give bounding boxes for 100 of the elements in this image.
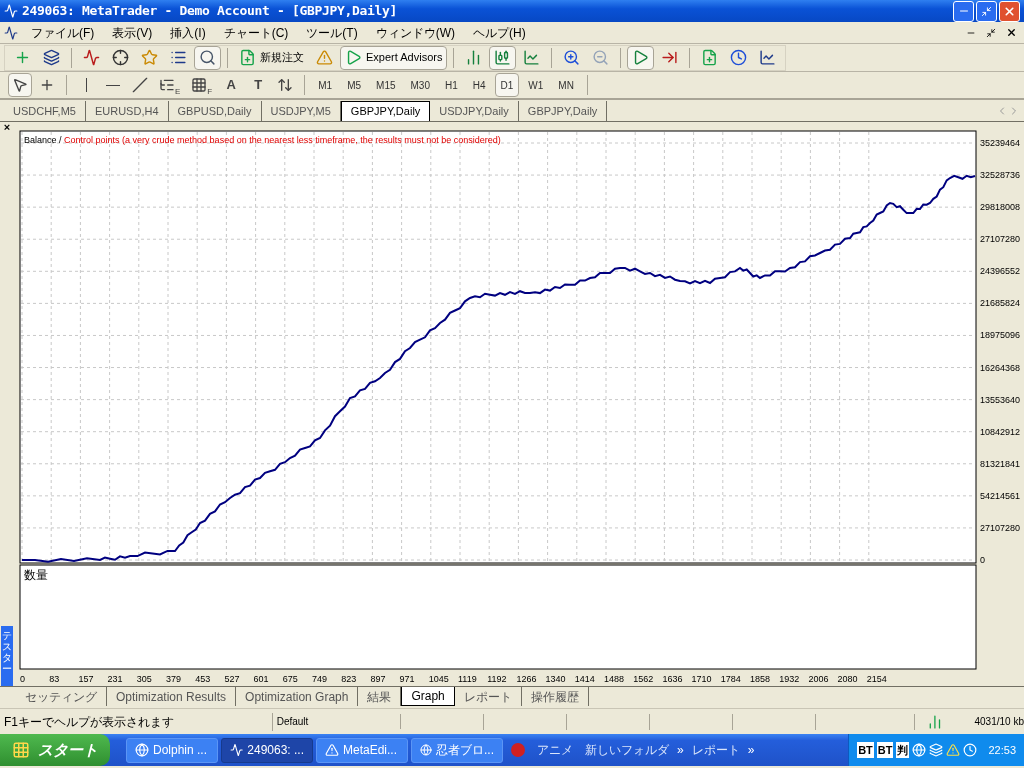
menu-item[interactable]: ツール(T)	[297, 23, 367, 42]
timeframe-button[interactable]: D1	[494, 73, 520, 97]
x-axis-label: 675	[282, 674, 298, 684]
chart-tab[interactable]: GBPJPY,Daily	[340, 101, 431, 121]
y-axis-label: 21685824	[980, 298, 1021, 309]
trendline-icon	[132, 77, 148, 93]
magnifier-icon	[199, 49, 216, 66]
grid-lines-tool[interactable]: F	[187, 73, 217, 97]
new-chart-icon	[14, 49, 31, 66]
quick-launch-link[interactable]: レポート	[687, 741, 744, 759]
warning-icon	[325, 743, 339, 757]
x-axis-label: 1266	[516, 674, 537, 684]
taskbar-button[interactable]: Dolphin ...	[126, 737, 218, 763]
y-axis-label: 81321841	[980, 458, 1021, 469]
tester-tab[interactable]: レポート	[454, 687, 522, 706]
cursor-tool[interactable]	[8, 73, 32, 97]
add-indicator-icon	[701, 49, 719, 66]
fibonacci-tool[interactable]: E	[155, 73, 185, 97]
chart-window-icon	[83, 49, 100, 66]
tester-tab[interactable]: 操作履歴	[521, 687, 589, 706]
tray-label: BT	[857, 741, 874, 759]
balloon-icon	[511, 743, 525, 757]
timeframe-button[interactable]: H4	[466, 73, 492, 97]
x-axis-label: 1340	[545, 674, 566, 684]
x-axis-label: 527	[224, 674, 240, 684]
x-axis-label: 749	[312, 674, 328, 684]
timeframe-button[interactable]: M5	[341, 73, 368, 97]
x-axis-label: 305	[136, 674, 152, 684]
restore-icon	[986, 27, 996, 38]
x-axis-label: 231	[107, 674, 123, 684]
tray-warning-icon	[946, 743, 961, 757]
template-icon	[759, 49, 777, 66]
x-axis-label: 897	[370, 674, 386, 684]
chart-tab[interactable]: USDCHF,M5	[4, 101, 86, 121]
chart-shift-icon	[661, 49, 679, 66]
x-axis-label: 2080	[837, 674, 858, 684]
chart-tab[interactable]: USDJPY,Daily	[430, 101, 519, 121]
x-axis-label: 83	[49, 674, 60, 684]
tray-label: BT	[876, 741, 894, 759]
taskbar-button[interactable]: 忍者ブロ...	[411, 737, 503, 763]
quick-launch-link[interactable]: アニメ	[533, 741, 577, 759]
menu-item[interactable]: 挿入(I)	[161, 23, 215, 42]
status-traffic: 4031/10 kb	[974, 715, 1024, 729]
chart-tab[interactable]: GBPUSD,Daily	[168, 101, 262, 121]
chart-tab[interactable]: GBPJPY,Daily	[518, 101, 608, 121]
timeframe-button[interactable]: MN	[552, 73, 580, 97]
chart-legend: Balance / Control points (a very crude method based on the nearest less timeframe, the results must not be considered)	[24, 135, 501, 145]
maximize-button[interactable]	[976, 0, 997, 22]
quick-launch-link[interactable]: 新しいフォルダ	[581, 741, 673, 759]
new-order-button[interactable]: 新規注文	[234, 45, 309, 70]
tray-clock-icon	[963, 743, 978, 757]
menu-item[interactable]: ウィンドウ(W)	[366, 23, 464, 42]
tester-tab[interactable]: Optimization Results	[107, 687, 237, 706]
tester-side-tab[interactable]: テスター	[1, 626, 13, 686]
candlestick-button[interactable]	[489, 45, 517, 70]
y-axis-label: 32528736	[980, 170, 1021, 181]
timeframe-button[interactable]: W1	[522, 73, 550, 97]
timeframe-button[interactable]: M30	[404, 73, 436, 97]
autoscroll-button[interactable]	[627, 45, 655, 70]
more-chevron[interactable]: »	[747, 741, 755, 759]
y-axis-label: 18975096	[980, 330, 1021, 341]
close-panel-button[interactable]: ×	[3, 122, 11, 132]
window-title: 249063: MetaTrader - Demo Account - [GBPJPY,Daily]	[22, 2, 398, 21]
magnifier-button[interactable]	[194, 45, 221, 70]
menu-item[interactable]: ファイル(F)	[22, 23, 104, 42]
menu-item[interactable]: チャート(C)	[214, 23, 298, 42]
clock-icon	[730, 49, 748, 66]
text-tool-tool[interactable]: A	[219, 73, 244, 97]
chart-tab[interactable]: USDJPY,M5	[261, 101, 341, 121]
x-axis-label: 823	[341, 674, 357, 684]
text-label-tool-tool[interactable]: T	[246, 73, 271, 97]
vertical-line-icon	[85, 78, 87, 92]
x-axis-label: 601	[253, 674, 269, 684]
folder-star-icon	[141, 49, 158, 66]
x-axis-label: 1784	[720, 674, 741, 684]
menu-item[interactable]: ヘルプ(H)	[464, 23, 535, 42]
status-help: F1キーでヘルプが表示されます	[0, 712, 273, 731]
tester-tab[interactable]: Optimization Graph	[236, 687, 359, 706]
chart-tab[interactable]: EURUSD,H4	[85, 101, 169, 121]
timeframe-button[interactable]: H1	[438, 73, 464, 97]
close-icon	[1005, 27, 1017, 38]
x-axis-label: 1858	[750, 674, 771, 684]
more-chevron[interactable]: »	[677, 741, 684, 759]
expert-advisors-button[interactable]: Expert Advisors	[340, 45, 448, 70]
timeframe-button[interactable]: M1	[312, 73, 339, 97]
menu-item[interactable]: 表示(V)	[103, 23, 162, 42]
list-icon	[170, 49, 187, 66]
y-axis-label: 13553640	[980, 394, 1021, 405]
timeframe-button[interactable]: M15	[370, 73, 402, 97]
x-axis-label: 453	[195, 674, 211, 684]
taskbar-button[interactable]: 249063: ...	[221, 737, 313, 763]
tester-tab[interactable]: セッティング	[16, 687, 107, 706]
close-button[interactable]	[999, 0, 1020, 22]
x-axis-label: 157	[78, 674, 94, 684]
taskbar-button[interactable]: MetaEdi...	[316, 737, 408, 763]
x-axis-label: 1414	[574, 674, 595, 684]
x-axis-label: 1192	[487, 674, 507, 684]
minimize-button[interactable]	[953, 0, 974, 22]
tester-tab[interactable]: Graph	[401, 687, 455, 706]
candlestick-icon	[494, 49, 512, 66]
